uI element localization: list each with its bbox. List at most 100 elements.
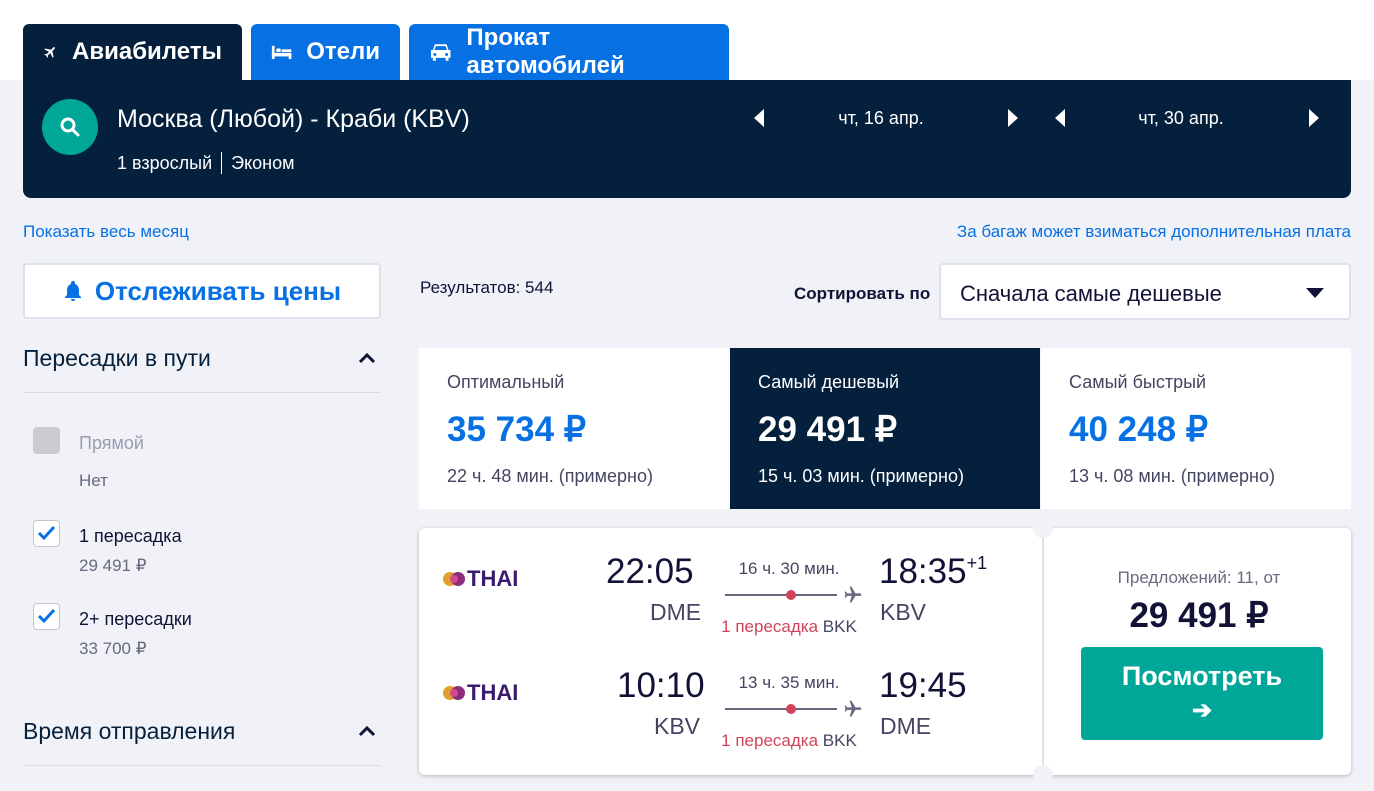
depart-date-selector: чт, 16 апр. <box>748 106 1028 130</box>
summary-best-title: Оптимальный <box>447 372 565 392</box>
next-return-date-icon[interactable] <box>1308 108 1320 128</box>
tab-flights[interactable]: Авиабилеты <box>23 24 242 80</box>
departure-airport: DME <box>650 599 702 625</box>
flight-result-card[interactable]: THAI 22:05 DME 16 ч. 30 мин. 1 пересадка… <box>419 518 1351 785</box>
results-count: Результатов: 544 <box>420 278 554 297</box>
summary-fastest-duration: 13 ч. 08 мин. (примерно) <box>1069 466 1275 486</box>
chevron-up-icon[interactable] <box>357 351 377 365</box>
stops-info: 1 пересадка BKK <box>699 731 879 751</box>
stop-airport: BKK <box>822 731 857 750</box>
stop-dot <box>786 704 796 714</box>
stops-one-label: 1 пересадка <box>79 526 182 546</box>
summary-cheapest-card[interactable]: Самый дешевый 29 491 ₽ 15 ч. 03 мин. (пр… <box>730 348 1040 509</box>
summary-fastest-price: 40 248 ₽ <box>1069 410 1209 449</box>
view-deal-button[interactable]: Посмотреть ➔ <box>1081 647 1323 740</box>
airline-logo: THAI <box>441 566 518 592</box>
tab-car-rental[interactable]: Прокат автомобилей <box>409 24 729 80</box>
return-date-selector: чт, 30 апр. <box>1048 106 1328 130</box>
stops-two-plus-price: 33 700 ₽ <box>79 639 147 658</box>
stops-one-checkbox[interactable] <box>33 520 60 547</box>
summary-cheapest-duration: 15 ч. 03 мин. (примерно) <box>758 466 964 486</box>
stops-direct-checkbox[interactable] <box>33 427 60 454</box>
passenger-info[interactable]: 1 взрослый Эконом <box>117 152 295 174</box>
track-prices-label: Отслеживать цены <box>94 275 342 306</box>
airline-name: THAI <box>467 680 519 705</box>
stops-filter-title: Пересадки в пути <box>23 345 211 371</box>
sort-label: Сортировать по <box>794 284 931 303</box>
bell-icon <box>64 281 81 301</box>
search-button[interactable] <box>42 99 98 155</box>
stops-filter-header[interactable]: Пересадки в пути <box>23 345 381 393</box>
ticket-notch <box>1033 518 1053 538</box>
sort-select-value: Сначала самые дешевые <box>960 281 1222 306</box>
checkmark-icon <box>37 525 56 541</box>
stops-info: 1 пересадка BKK <box>699 617 879 637</box>
stop-airport: BKK <box>822 617 857 636</box>
summary-best-price: 35 734 ₽ <box>447 410 587 449</box>
arrival-time: 18:35 <box>879 552 967 591</box>
chevron-up-icon[interactable] <box>357 724 377 738</box>
bed-icon <box>271 45 292 60</box>
track-prices-button[interactable]: Отслеживать цены <box>23 263 381 319</box>
stops-count: 1 пересадка <box>721 617 819 636</box>
search-summary-bar[interactable]: Москва (Любой) - Краби (KBV) 1 взрослый … <box>23 80 1351 198</box>
arrival-airport: DME <box>880 713 932 739</box>
checkmark-icon <box>37 608 56 624</box>
flight-duration: 16 ч. 30 мин. <box>738 559 840 578</box>
summary-cheapest-title: Самый дешевый <box>758 372 900 392</box>
show-whole-month-link[interactable]: Показать весь месяц <box>23 222 189 242</box>
tab-flights-label: Авиабилеты <box>72 38 222 65</box>
arrival-time-wrap: 19:45 <box>879 666 967 706</box>
offers-count: Предложений: 11, от <box>1117 568 1281 587</box>
search-icon <box>60 117 80 137</box>
divider <box>221 152 223 174</box>
plane-icon <box>44 47 55 58</box>
departure-time-filter-header[interactable]: Время отправления <box>23 718 381 766</box>
passengers-text: 1 взрослый <box>117 152 213 173</box>
depart-date[interactable]: чт, 16 апр. <box>781 108 981 129</box>
departure-time: 22:05 <box>606 552 694 591</box>
stops-direct-label: Прямой <box>79 433 144 453</box>
departure-airport: KBV <box>654 713 701 739</box>
tab-hotels[interactable]: Отели <box>251 24 400 80</box>
chevron-down-icon <box>1306 288 1324 298</box>
prev-depart-date-icon[interactable] <box>753 108 765 128</box>
cabin-class-text: Эконом <box>231 152 295 173</box>
route-text[interactable]: Москва (Любой) - Краби (KBV) <box>117 105 470 134</box>
flight-duration: 13 ч. 35 мин. <box>738 673 840 692</box>
plane-icon <box>844 700 862 717</box>
thai-airways-logo-icon <box>443 572 465 586</box>
summary-best-duration: 22 ч. 48 мин. (примерно) <box>447 466 653 486</box>
tab-hotels-label: Отели <box>306 38 380 65</box>
arrival-time-wrap: 18:35+1 <box>879 552 987 592</box>
arrow-right-icon: ➔ <box>1191 697 1213 724</box>
stops-count: 1 пересадка <box>721 731 819 750</box>
next-depart-date-icon[interactable] <box>1007 108 1019 128</box>
summary-best-card[interactable]: Оптимальный 35 734 ₽ 22 ч. 48 мин. (прим… <box>419 348 729 509</box>
stops-one-price: 29 491 ₽ <box>79 556 147 575</box>
prev-return-date-icon[interactable] <box>1054 108 1066 128</box>
ticket-notch <box>1033 765 1053 785</box>
arrival-time: 19:45 <box>879 666 967 705</box>
thai-airways-logo-icon <box>443 686 465 700</box>
airline-logo: THAI <box>441 680 518 706</box>
stops-direct-price: Нет <box>79 471 108 490</box>
stop-dot <box>786 590 796 600</box>
sort-select[interactable]: Сначала самые дешевые <box>939 263 1351 320</box>
summary-fastest-title: Самый быстрый <box>1069 372 1207 392</box>
summary-cheapest-price: 29 491 ₽ <box>758 410 898 449</box>
stops-two-plus-label: 2+ пересадки <box>79 609 192 629</box>
car-icon <box>430 44 451 61</box>
route-line <box>725 708 837 710</box>
airline-name: THAI <box>467 566 519 591</box>
route-line <box>725 594 837 596</box>
return-date[interactable]: чт, 30 апр. <box>1081 108 1281 129</box>
departure-time: 10:10 <box>617 666 705 705</box>
stops-two-plus-checkbox[interactable] <box>33 603 60 630</box>
result-price: 29 491 ₽ <box>1129 596 1269 635</box>
summary-fastest-card[interactable]: Самый быстрый 40 248 ₽ 13 ч. 08 мин. (пр… <box>1041 348 1351 509</box>
arrival-airport: KBV <box>880 599 927 625</box>
tab-car-rental-label: Прокат автомобилей <box>466 24 625 79</box>
next-day-indicator: +1 <box>966 553 988 573</box>
baggage-fee-link[interactable]: За багаж может взиматься дополнительная … <box>957 222 1351 242</box>
